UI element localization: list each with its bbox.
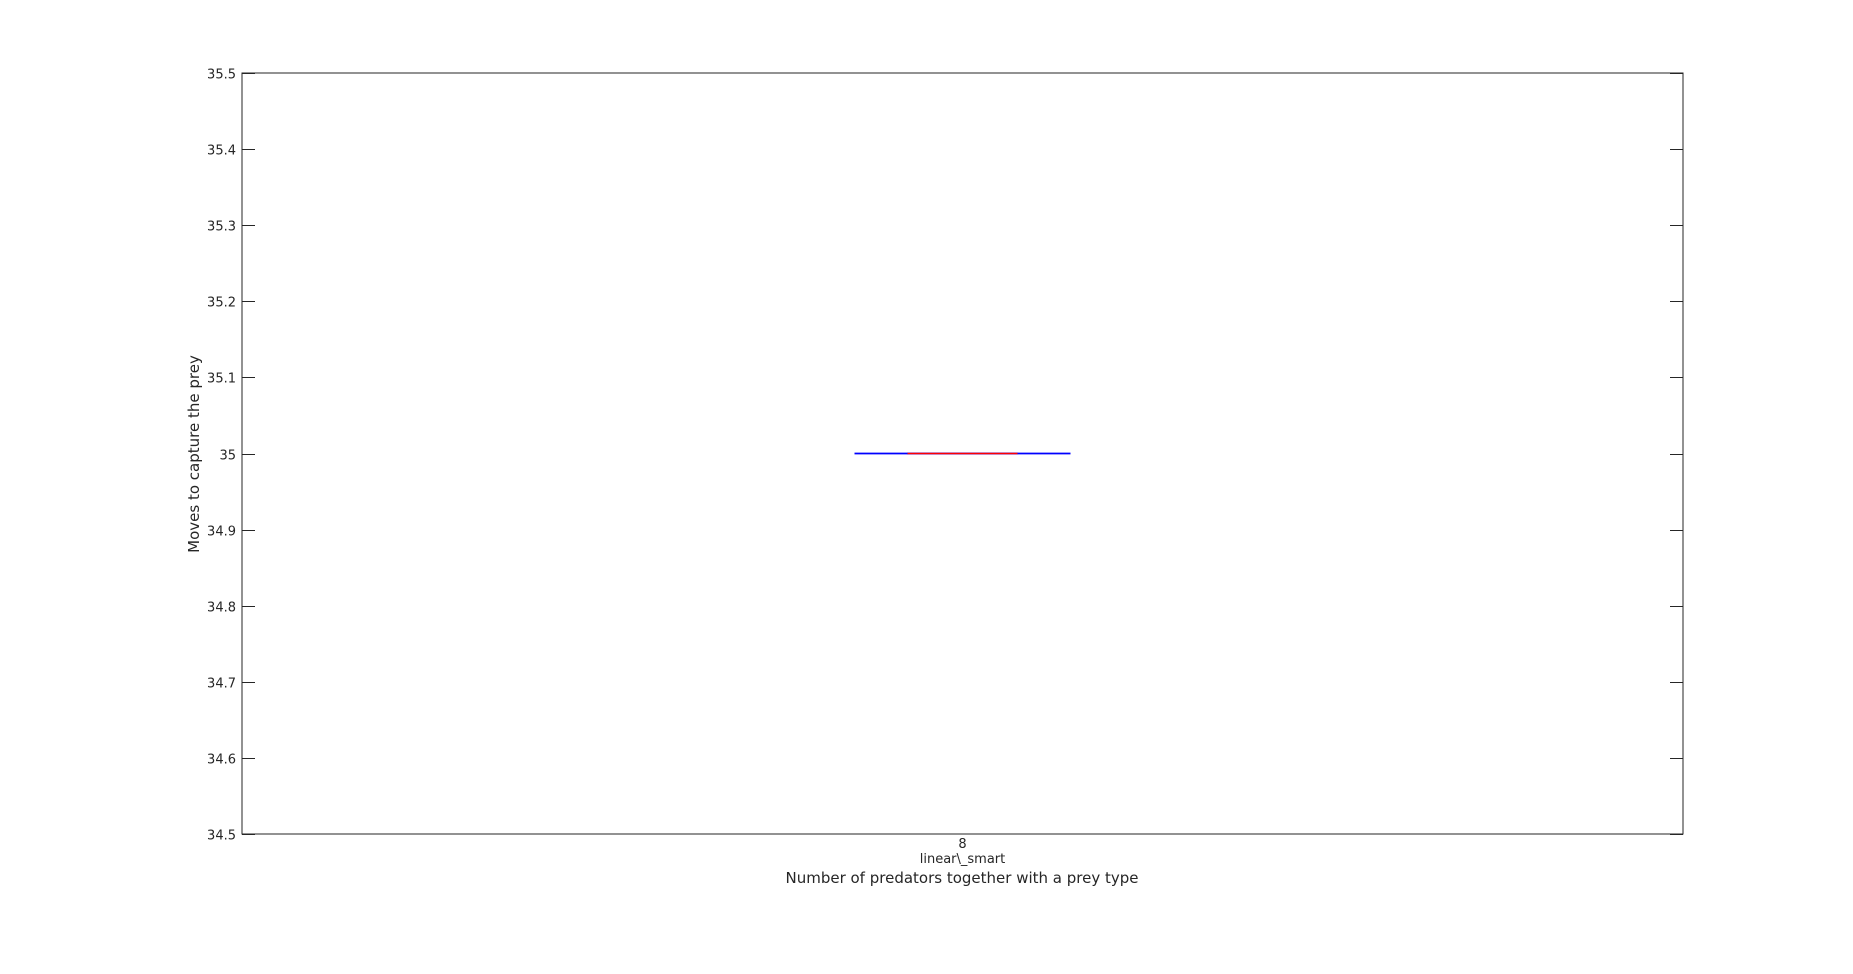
y-tick-label: 34.5 (207, 829, 236, 844)
y-tick-label: 35.4 (207, 144, 236, 159)
y-tick-label: 34.9 (207, 525, 236, 540)
x-axis-label: Number of predators together with a prey… (785, 869, 1138, 887)
figure: 34.5 34.6 34.7 34.8 34.9 35 35.1 35.2 35.3 35.4 35… (0, 0, 1853, 970)
y-tick-label: 35 (219, 449, 236, 464)
y-tick-label: 35.2 (207, 296, 236, 311)
y-tick-label: 34.7 (207, 677, 236, 692)
box-plot: 34.5 34.6 34.7 34.8 34.9 35 35.1 35.2 35.3 35.4 35… (0, 0, 1853, 970)
y-tick-label: 35.1 (207, 372, 236, 387)
y-tick-label: 35.3 (207, 220, 236, 235)
y-tick-label: 34.6 (207, 753, 236, 768)
y-axis-label: Moves to capture the prey (185, 355, 203, 553)
x-axis-ticks: 8linear\_smart (920, 837, 1006, 867)
x-tick-number: 8 (958, 837, 966, 852)
x-tick-prey-type: linear\_smart (920, 852, 1006, 867)
y-tick-label: 34.8 (207, 601, 236, 616)
y-tick-label: 35.5 (207, 68, 236, 83)
